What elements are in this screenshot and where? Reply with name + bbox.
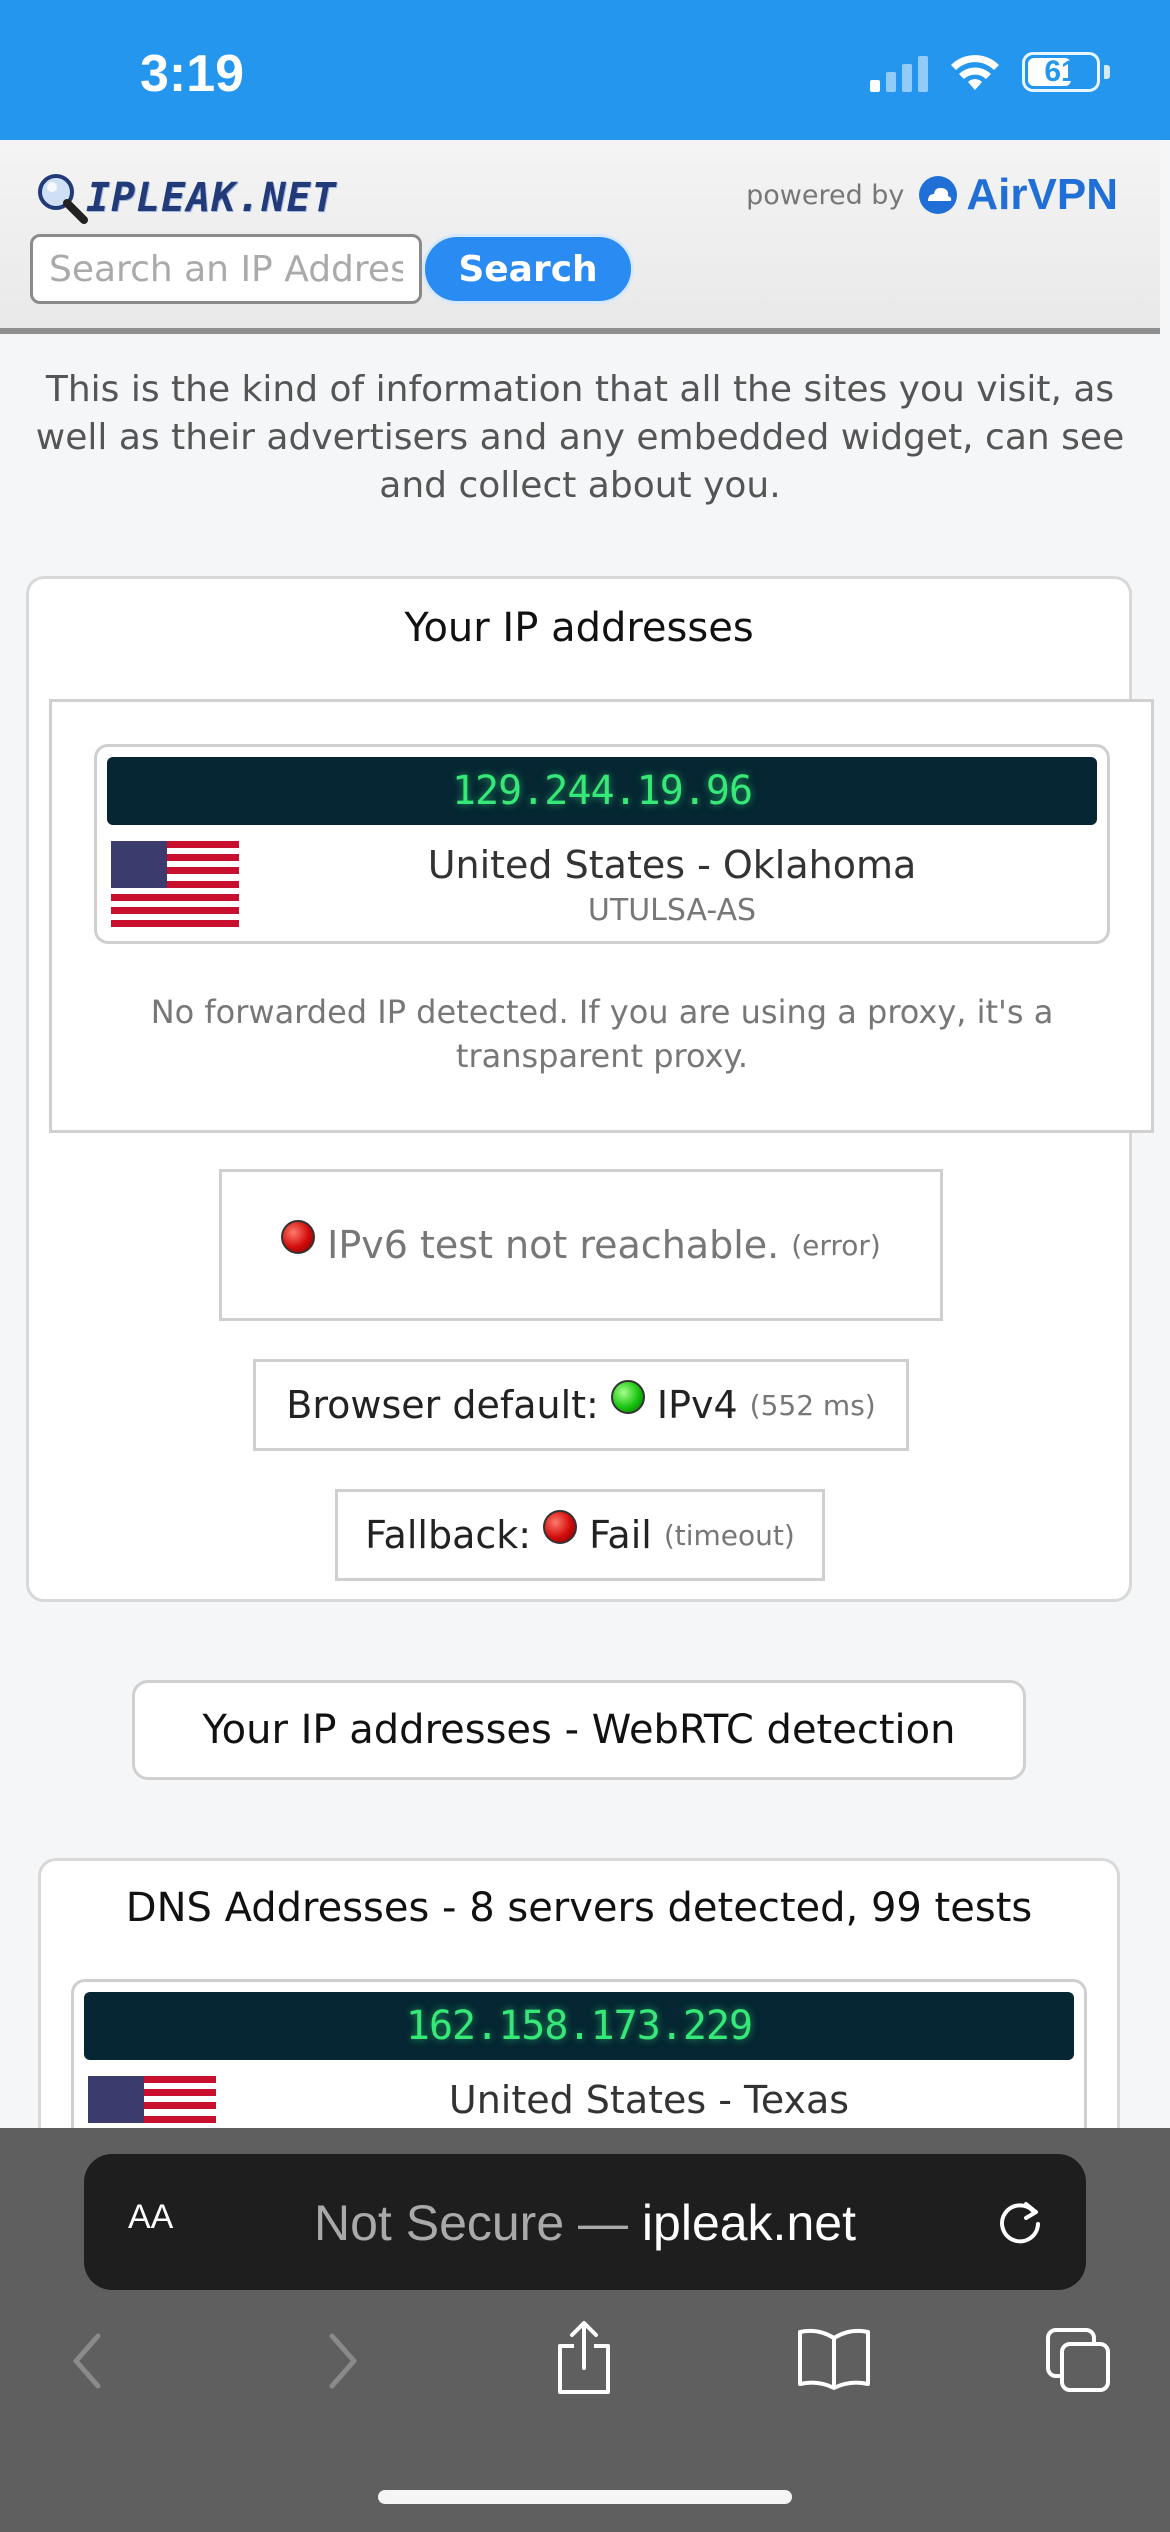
forwarded-ip-note: No forwarded IP detected. If you are usi… [150, 993, 1054, 1075]
browser-default-detail: (552 ms) [749, 1388, 876, 1422]
status-red-icon [281, 1220, 316, 1254]
share-icon[interactable] [552, 2318, 616, 2398]
url-host: ipleak.net [641, 2195, 856, 2251]
airvpn-cloud-icon [919, 176, 958, 214]
safari-toolbar: AA Not Secure — ipleak.net [0, 2128, 1170, 2532]
ip-address-display: 129.244.19.96 [107, 757, 1097, 825]
airvpn-label: AirVPN [966, 170, 1118, 219]
site-header: IPLEAK.NET powered by AirVPN Search [0, 140, 1160, 334]
ip-location: United States - Oklahoma [427, 843, 917, 887]
status-green-icon [610, 1380, 645, 1414]
dns-location: United States - Texas [448, 2078, 850, 2122]
powered-by: powered by AirVPN [746, 170, 1118, 220]
url-security-label: Not Secure — [314, 2195, 642, 2251]
ip-addresses-title: Your IP addresses [404, 605, 754, 651]
ipv6-test-text: IPv6 test not reachable. [327, 1223, 780, 1267]
battery-level: 61 [1044, 55, 1078, 88]
status-time: 3:19 [140, 45, 245, 103]
bookmarks-icon[interactable] [796, 2326, 872, 2392]
browser-default-value: IPv4 [656, 1383, 738, 1427]
fallback-detail: (timeout) [663, 1518, 795, 1552]
ipv6-test-box: IPv6 test not reachable. (error) [219, 1169, 943, 1321]
forward-icon[interactable] [316, 2326, 366, 2396]
fallback-label: Fallback: [365, 1513, 532, 1557]
search-input[interactable] [30, 234, 422, 304]
cellular-signal-icon [870, 52, 928, 92]
logo-text: IPLEAK.NET [86, 175, 337, 221]
dns-addresses-title: DNS Addresses - 8 servers detected, 99 t… [125, 1885, 1033, 1931]
home-indicator [378, 2490, 792, 2504]
reload-icon[interactable] [994, 2196, 1046, 2248]
ipv6-test-detail: (error) [791, 1228, 881, 1262]
dns-ip-display: 162.158.173.229 [84, 1992, 1074, 2060]
us-flag-icon [111, 841, 239, 927]
browser-default-label: Browser default: [286, 1383, 599, 1427]
ip-isp: UTULSA-AS [587, 893, 757, 928]
ipleak-logo[interactable]: IPLEAK.NET [32, 168, 337, 228]
wifi-icon [951, 55, 999, 90]
ip-entry: 129.244.19.96 United States - Oklahoma U… [94, 744, 1110, 944]
airvpn-logo[interactable]: AirVPN [918, 170, 1118, 220]
status-red-icon [543, 1510, 578, 1544]
webrtc-detection-button[interactable]: Your IP addresses - WebRTC detection [132, 1680, 1026, 1780]
status-bar: 3:19 61 [0, 0, 1170, 140]
magnifier-icon [38, 174, 88, 224]
battery-icon: 61 [1022, 52, 1100, 92]
address-bar[interactable]: AA Not Secure — ipleak.net [84, 2154, 1086, 2290]
powered-by-label: powered by [746, 179, 905, 211]
fallback-value: Fail [589, 1513, 652, 1557]
back-icon[interactable] [64, 2326, 114, 2396]
status-icons: 61 [870, 52, 1110, 92]
url-display[interactable]: Not Secure — ipleak.net [84, 2194, 1086, 2252]
search-button[interactable]: Search [422, 234, 634, 304]
ip-details-panel: 129.244.19.96 United States - Oklahoma U… [49, 699, 1154, 1133]
battery-cap [1104, 65, 1110, 79]
intro-text: This is the kind of information that all… [35, 369, 1125, 506]
ip-addresses-card: Your IP addresses 129.244.19.96 United S… [26, 576, 1154, 1602]
fallback-box: Fallback: Fail (timeout) [335, 1489, 825, 1581]
tabs-icon[interactable] [1044, 2326, 1114, 2396]
browser-default-box: Browser default: IPv4 (552 ms) [253, 1359, 909, 1451]
